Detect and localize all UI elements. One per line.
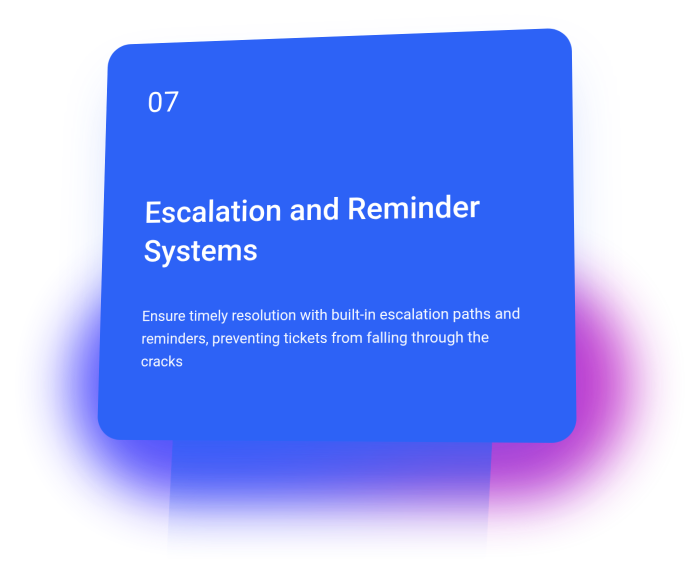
feature-card: 07 Escalation and Reminder Systems Ensur…: [97, 28, 577, 443]
card-description: Ensure timely resolution with built-in e…: [141, 302, 530, 374]
feature-card-wrap: 07 Escalation and Reminder Systems Ensur…: [92, 30, 572, 440]
stage: 07 Escalation and Reminder Systems Ensur…: [0, 0, 700, 578]
card-number: 07: [147, 74, 528, 119]
card-title: Escalation and Reminder Systems: [143, 186, 517, 272]
